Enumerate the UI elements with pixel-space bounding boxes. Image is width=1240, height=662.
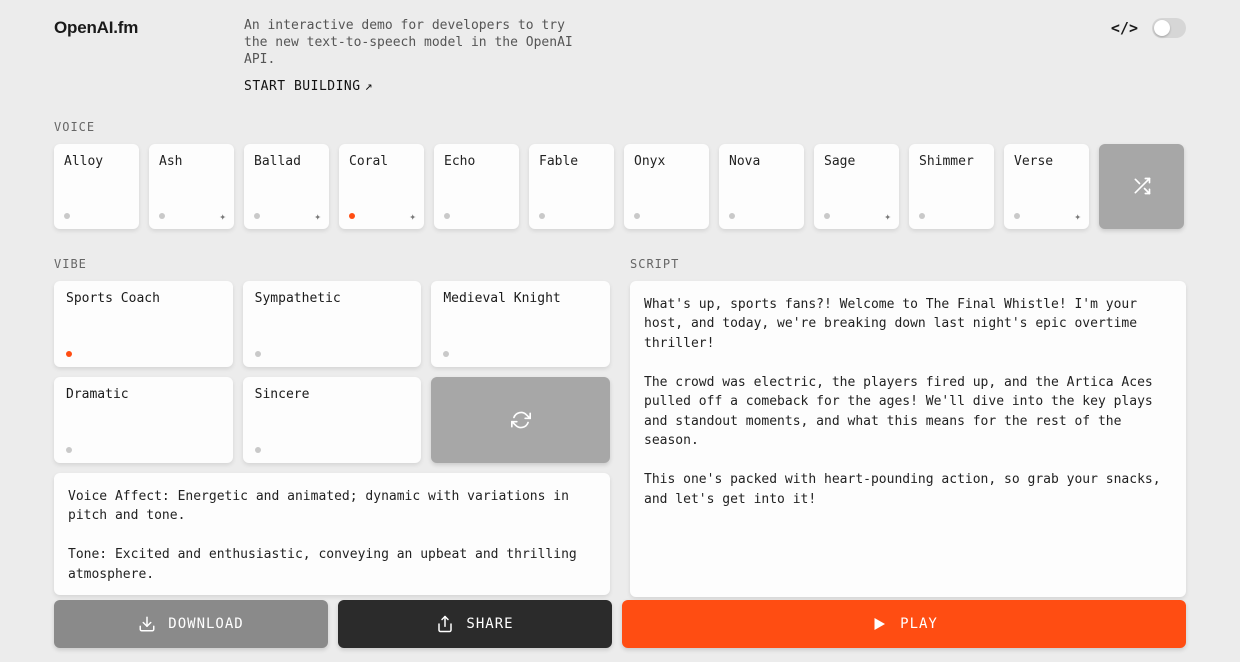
vibe-section-label: VIBE [54,257,610,271]
vibe-name: Dramatic [66,387,129,402]
sparkle-icon: ✦ [219,210,226,223]
selection-dot-icon [1014,213,1020,219]
voice-card-coral[interactable]: Coral ✦ [339,144,424,229]
voice-name: Alloy [64,154,103,169]
intro-block: An interactive demo for developers to tr… [244,18,584,96]
vibe-card-sympathetic[interactable]: Sympathetic [243,281,422,367]
voice-name: Ballad [254,154,301,169]
selection-dot-icon [729,213,735,219]
voice-name: Nova [729,154,760,169]
vibe-card-dramatic[interactable]: Dramatic [54,377,233,463]
vibe-name: Sympathetic [255,291,341,306]
voice-card-sage[interactable]: Sage ✦ [814,144,899,229]
selection-dot-icon [443,351,449,357]
voice-card-shimmer[interactable]: Shimmer [909,144,994,229]
sparkle-icon: ✦ [314,210,321,223]
voice-name: Coral [349,154,388,169]
external-link-icon: ↗ [365,79,373,94]
voice-card-ballad[interactable]: Ballad ✦ [244,144,329,229]
voice-card-ash[interactable]: Ash ✦ [149,144,234,229]
voice-card-fable[interactable]: Fable [529,144,614,229]
action-bar: DOWNLOAD SHARE PLAY [54,600,1186,648]
vibe-grid: Sports Coach Sympathetic Medieval Knight… [54,281,610,463]
voice-section-label: VOICE [54,120,1186,134]
voice-name: Echo [444,154,475,169]
header-controls: </> [1111,18,1186,38]
selection-dot-icon [824,213,830,219]
play-icon [870,615,888,633]
refresh-icon [511,410,531,430]
share-label: SHARE [466,616,513,632]
play-button[interactable]: PLAY [622,600,1186,648]
header: OpenAI.fm An interactive demo for develo… [0,0,1240,96]
selection-dot-icon [255,447,261,453]
sparkle-icon: ✦ [1074,210,1081,223]
logo: OpenAI.fm [54,18,204,38]
vibe-description-panel[interactable]: Voice Affect: Energetic and animated; dy… [54,473,610,595]
intro-text: An interactive demo for developers to tr… [244,18,584,69]
vibe-card-sports-coach[interactable]: Sports Coach [54,281,233,367]
script-section-label: SCRIPT [630,257,1186,271]
selection-dot-icon [539,213,545,219]
vibe-card-sincere[interactable]: Sincere [243,377,422,463]
selection-dot-icon [66,447,72,453]
selection-dot-icon [254,213,260,219]
voice-name: Shimmer [919,154,974,169]
selection-dot-icon [444,213,450,219]
vibe-name: Sincere [255,387,310,402]
selection-dot-icon [634,213,640,219]
selection-dot-icon [159,213,165,219]
start-building-label: START BUILDING [244,79,361,94]
selection-dot-icon [349,213,355,219]
voice-card-nova[interactable]: Nova [719,144,804,229]
voice-card-onyx[interactable]: Onyx [624,144,709,229]
voice-name: Verse [1014,154,1053,169]
start-building-link[interactable]: START BUILDING ↗ [244,79,584,96]
voice-name: Fable [539,154,578,169]
selection-dot-icon [66,351,72,357]
shuffle-icon [1132,176,1152,196]
voice-name: Ash [159,154,182,169]
voice-card-verse[interactable]: Verse ✦ [1004,144,1089,229]
sparkle-icon: ✦ [409,210,416,223]
selection-dot-icon [64,213,70,219]
vibe-name: Sports Coach [66,291,160,306]
vibe-refresh-button[interactable] [431,377,610,463]
share-button[interactable]: SHARE [338,600,612,648]
voice-row: Alloy Ash ✦ Ballad ✦ Coral ✦ Echo Fable … [54,144,1186,229]
code-icon[interactable]: </> [1111,19,1138,37]
vibe-name: Medieval Knight [443,291,560,306]
voice-name: Onyx [634,154,665,169]
selection-dot-icon [919,213,925,219]
download-button[interactable]: DOWNLOAD [54,600,328,648]
voice-name: Sage [824,154,855,169]
voice-card-echo[interactable]: Echo [434,144,519,229]
play-label: PLAY [900,616,938,632]
sparkle-icon: ✦ [884,210,891,223]
download-label: DOWNLOAD [168,616,243,632]
selection-dot-icon [255,351,261,357]
vibe-card-medieval-knight[interactable]: Medieval Knight [431,281,610,367]
script-textarea[interactable]: What's up, sports fans?! Welcome to The … [630,281,1186,597]
theme-toggle[interactable] [1152,18,1186,38]
share-icon [436,615,454,633]
voice-card-alloy[interactable]: Alloy [54,144,139,229]
download-icon [138,615,156,633]
voice-shuffle-button[interactable] [1099,144,1184,229]
